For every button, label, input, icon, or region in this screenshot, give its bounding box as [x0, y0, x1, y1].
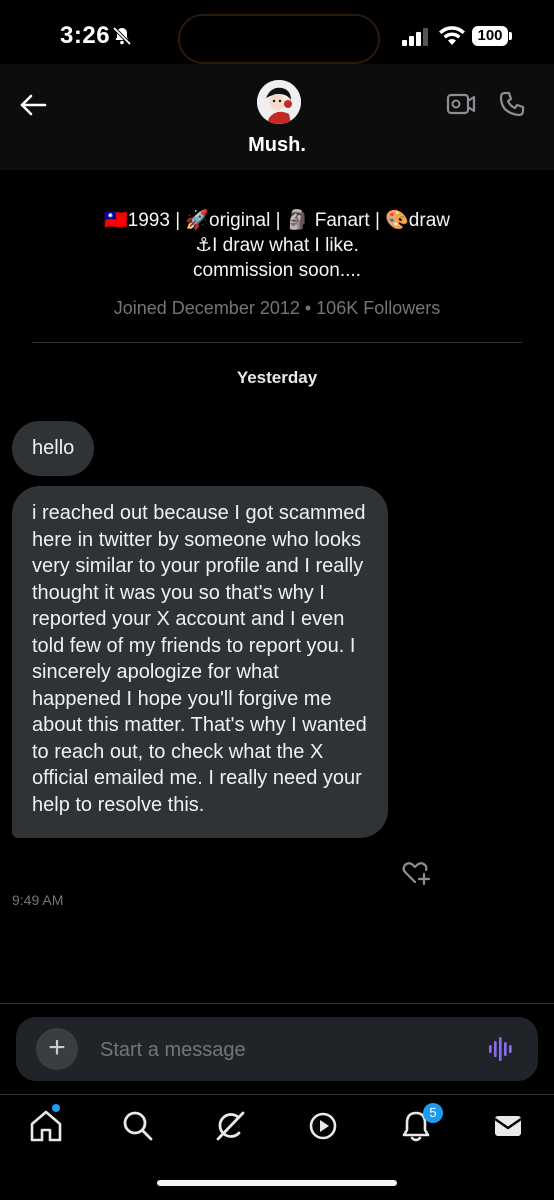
phone-icon[interactable]	[498, 90, 526, 118]
avatar[interactable]	[257, 80, 301, 124]
video-icon[interactable]	[305, 1108, 341, 1144]
add-media-button[interactable]: +	[36, 1028, 78, 1070]
messages-icon[interactable]	[490, 1108, 526, 1144]
video-call-icon[interactable]	[446, 92, 476, 116]
message-input[interactable]	[100, 1035, 460, 1065]
home-icon[interactable]	[28, 1108, 64, 1144]
home-indicator	[157, 1180, 397, 1186]
date-separator: Yesterday	[236, 368, 318, 387]
grok-icon[interactable]	[212, 1108, 248, 1144]
battery-icon: 100	[472, 26, 508, 46]
wifi-icon	[439, 26, 465, 45]
avatar-illustration	[257, 80, 301, 124]
bell-slash-icon	[112, 26, 132, 46]
search-icon[interactable]	[120, 1108, 156, 1144]
signal-icon	[402, 28, 428, 46]
contact-name[interactable]: Mush.	[0, 134, 554, 157]
joined-followers: Joined December 2012 • 106K Followers	[113, 298, 441, 318]
divider	[32, 342, 522, 343]
notifications-badge: 5	[423, 1103, 443, 1123]
home-unread-dot	[52, 1104, 60, 1112]
dynamic-island	[178, 14, 380, 64]
profile-bio-line-1: 🇹🇼1993 | 🚀original | 🗿 Fanart | 🎨draw	[103, 210, 450, 231]
tabbar-divider	[0, 1094, 554, 1095]
profile-bio-line-2: ⚓I draw what I like.	[195, 235, 359, 256]
voice-message-icon[interactable]	[488, 1036, 516, 1062]
message-bubble-hello[interactable]: hello	[12, 421, 95, 476]
battery-nub	[509, 32, 512, 40]
message-bubble-long[interactable]: i reached out because I got scammed here…	[12, 486, 388, 838]
back-arrow-icon[interactable]	[18, 90, 48, 120]
status-time: 3:26	[60, 22, 111, 49]
profile-bio-line-3: commission soon....	[193, 260, 361, 281]
message-timestamp: 9:49 AM	[12, 892, 64, 908]
add-reaction-icon[interactable]	[402, 860, 432, 886]
composer-divider	[0, 1003, 554, 1004]
